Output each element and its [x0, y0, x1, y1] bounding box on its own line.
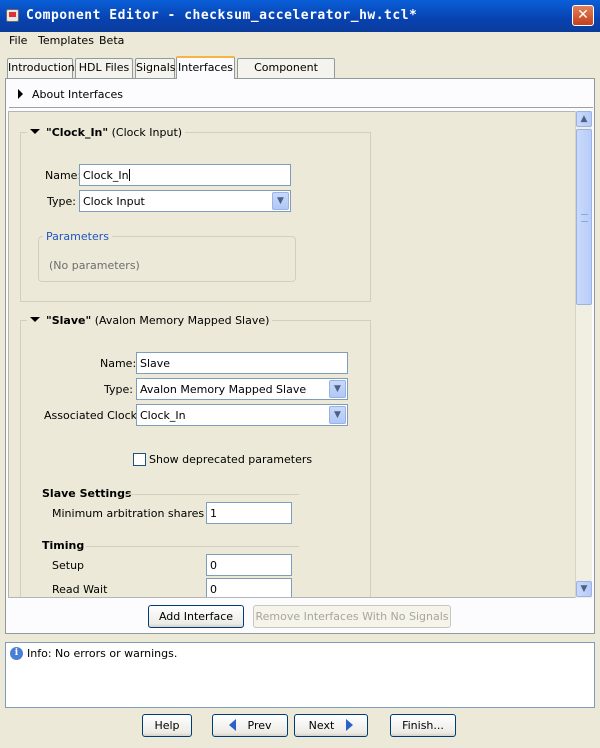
setup-input[interactable]: 0: [206, 554, 292, 576]
slave-settings-heading: Slave Settings: [42, 487, 132, 500]
clock-type-value: Clock Input: [83, 195, 145, 208]
about-interfaces-label: About Interfaces: [32, 88, 123, 101]
prev-label: Prev: [247, 719, 272, 732]
slave-type-select[interactable]: Avalon Memory Mapped Slave ▼: [136, 378, 348, 400]
clock-name-value: Clock_In: [83, 169, 129, 182]
info-icon: i: [10, 647, 23, 660]
read-wait-input[interactable]: 0: [206, 578, 292, 597]
divider: [124, 494, 299, 495]
status-message: Info: No errors or warnings.: [27, 647, 178, 660]
slave-type-value: Avalon Memory Mapped Slave: [140, 383, 307, 396]
message-area: i Info: No errors or warnings.: [5, 642, 595, 708]
prev-button[interactable]: Prev: [212, 714, 288, 737]
text-caret: [128, 169, 130, 181]
help-button[interactable]: Help: [142, 714, 192, 737]
slave-interface-type: (Avalon Memory Mapped Slave): [94, 314, 270, 327]
chevron-down-icon[interactable]: ▼: [329, 406, 346, 424]
chevron-down-icon[interactable]: ▼: [272, 192, 289, 210]
finish-button[interactable]: Finish...: [390, 714, 456, 737]
scroll-up-icon[interactable]: ▲: [576, 111, 592, 127]
slave-name-label: Name:: [100, 357, 137, 370]
arrow-left-icon: [228, 719, 236, 731]
interfaces-scroll-area: "Clock_In" (Clock Input) Name: Clock_In …: [8, 111, 592, 598]
grip-icon: [581, 214, 588, 222]
collapse-arrow-icon: [30, 317, 40, 322]
min-arbitration-label: Minimum arbitration shares: [52, 507, 205, 520]
show-deprecated-checkbox[interactable]: [133, 453, 146, 466]
close-button[interactable]: ✕: [572, 5, 594, 26]
vertical-scrollbar[interactable]: ▲ ▼: [575, 111, 592, 598]
no-parameters-text: (No parameters): [49, 259, 140, 272]
clock-interface-header[interactable]: "Clock_In" (Clock Input): [27, 126, 186, 139]
collapse-arrow-icon: [30, 129, 40, 134]
tab-component-wizard[interactable]: Component Wizard: [237, 58, 335, 92]
tab-bar: Introduction HDL Files Signals Interface…: [5, 56, 595, 92]
associated-clock-select[interactable]: Clock_In ▼: [136, 404, 348, 426]
arrow-right-icon: [346, 719, 354, 731]
clock-type-select[interactable]: Clock Input ▼: [79, 190, 291, 212]
divider: [86, 546, 299, 547]
min-arbitration-input[interactable]: 1: [206, 502, 292, 524]
slave-name-input[interactable]: Slave: [136, 352, 348, 374]
read-wait-label: Read Wait: [52, 583, 108, 596]
next-label: Next: [308, 719, 335, 732]
next-button[interactable]: Next: [294, 714, 368, 737]
tab-signals[interactable]: Signals: [135, 58, 176, 78]
clock-interface-name: "Clock_In": [46, 126, 109, 139]
clock-name-label: Name:: [45, 169, 82, 182]
expand-arrow-icon: [18, 89, 23, 99]
associated-clock-value: Clock_In: [140, 409, 186, 422]
parameters-title: Parameters: [43, 230, 112, 243]
slave-interface-name: "Slave": [46, 314, 92, 327]
clock-parameters-group: Parameters (No parameters): [38, 230, 296, 282]
timing-heading: Timing: [42, 539, 85, 552]
slave-interface-header[interactable]: "Slave" (Avalon Memory Mapped Slave): [27, 314, 273, 327]
add-interface-button[interactable]: Add Interface: [148, 605, 244, 628]
tab-hdl-files[interactable]: HDL Files: [75, 58, 133, 78]
app-icon: [6, 9, 19, 22]
clock-type-label: Type:: [47, 195, 76, 208]
menu-beta[interactable]: Beta: [99, 34, 124, 47]
clock-interface-type: (Clock Input): [111, 126, 183, 139]
window-title: Component Editor - checksum_accelerator_…: [26, 8, 418, 23]
menu-bar: File Templates Beta: [0, 32, 600, 52]
slave-type-label: Type:: [104, 383, 133, 396]
show-deprecated-label[interactable]: Show deprecated parameters: [149, 453, 312, 466]
scroll-down-icon[interactable]: ▼: [576, 581, 592, 597]
chevron-down-icon[interactable]: ▼: [329, 380, 346, 398]
tab-introduction[interactable]: Introduction: [7, 58, 75, 78]
menu-templates[interactable]: Templates: [38, 34, 94, 47]
clock-name-input[interactable]: Clock_In: [79, 164, 291, 186]
about-interfaces-toggle[interactable]: About Interfaces: [18, 88, 123, 101]
remove-interfaces-button[interactable]: Remove Interfaces With No Signals: [253, 605, 451, 628]
scrollbar-thumb[interactable]: [576, 129, 592, 305]
tab-interfaces[interactable]: Interfaces: [176, 56, 235, 79]
associated-clock-label: Associated Clock:: [44, 409, 141, 422]
divider: [9, 107, 593, 108]
menu-file[interactable]: File: [9, 34, 27, 47]
title-bar: Component Editor - checksum_accelerator_…: [0, 0, 600, 32]
setup-label: Setup: [52, 559, 85, 572]
